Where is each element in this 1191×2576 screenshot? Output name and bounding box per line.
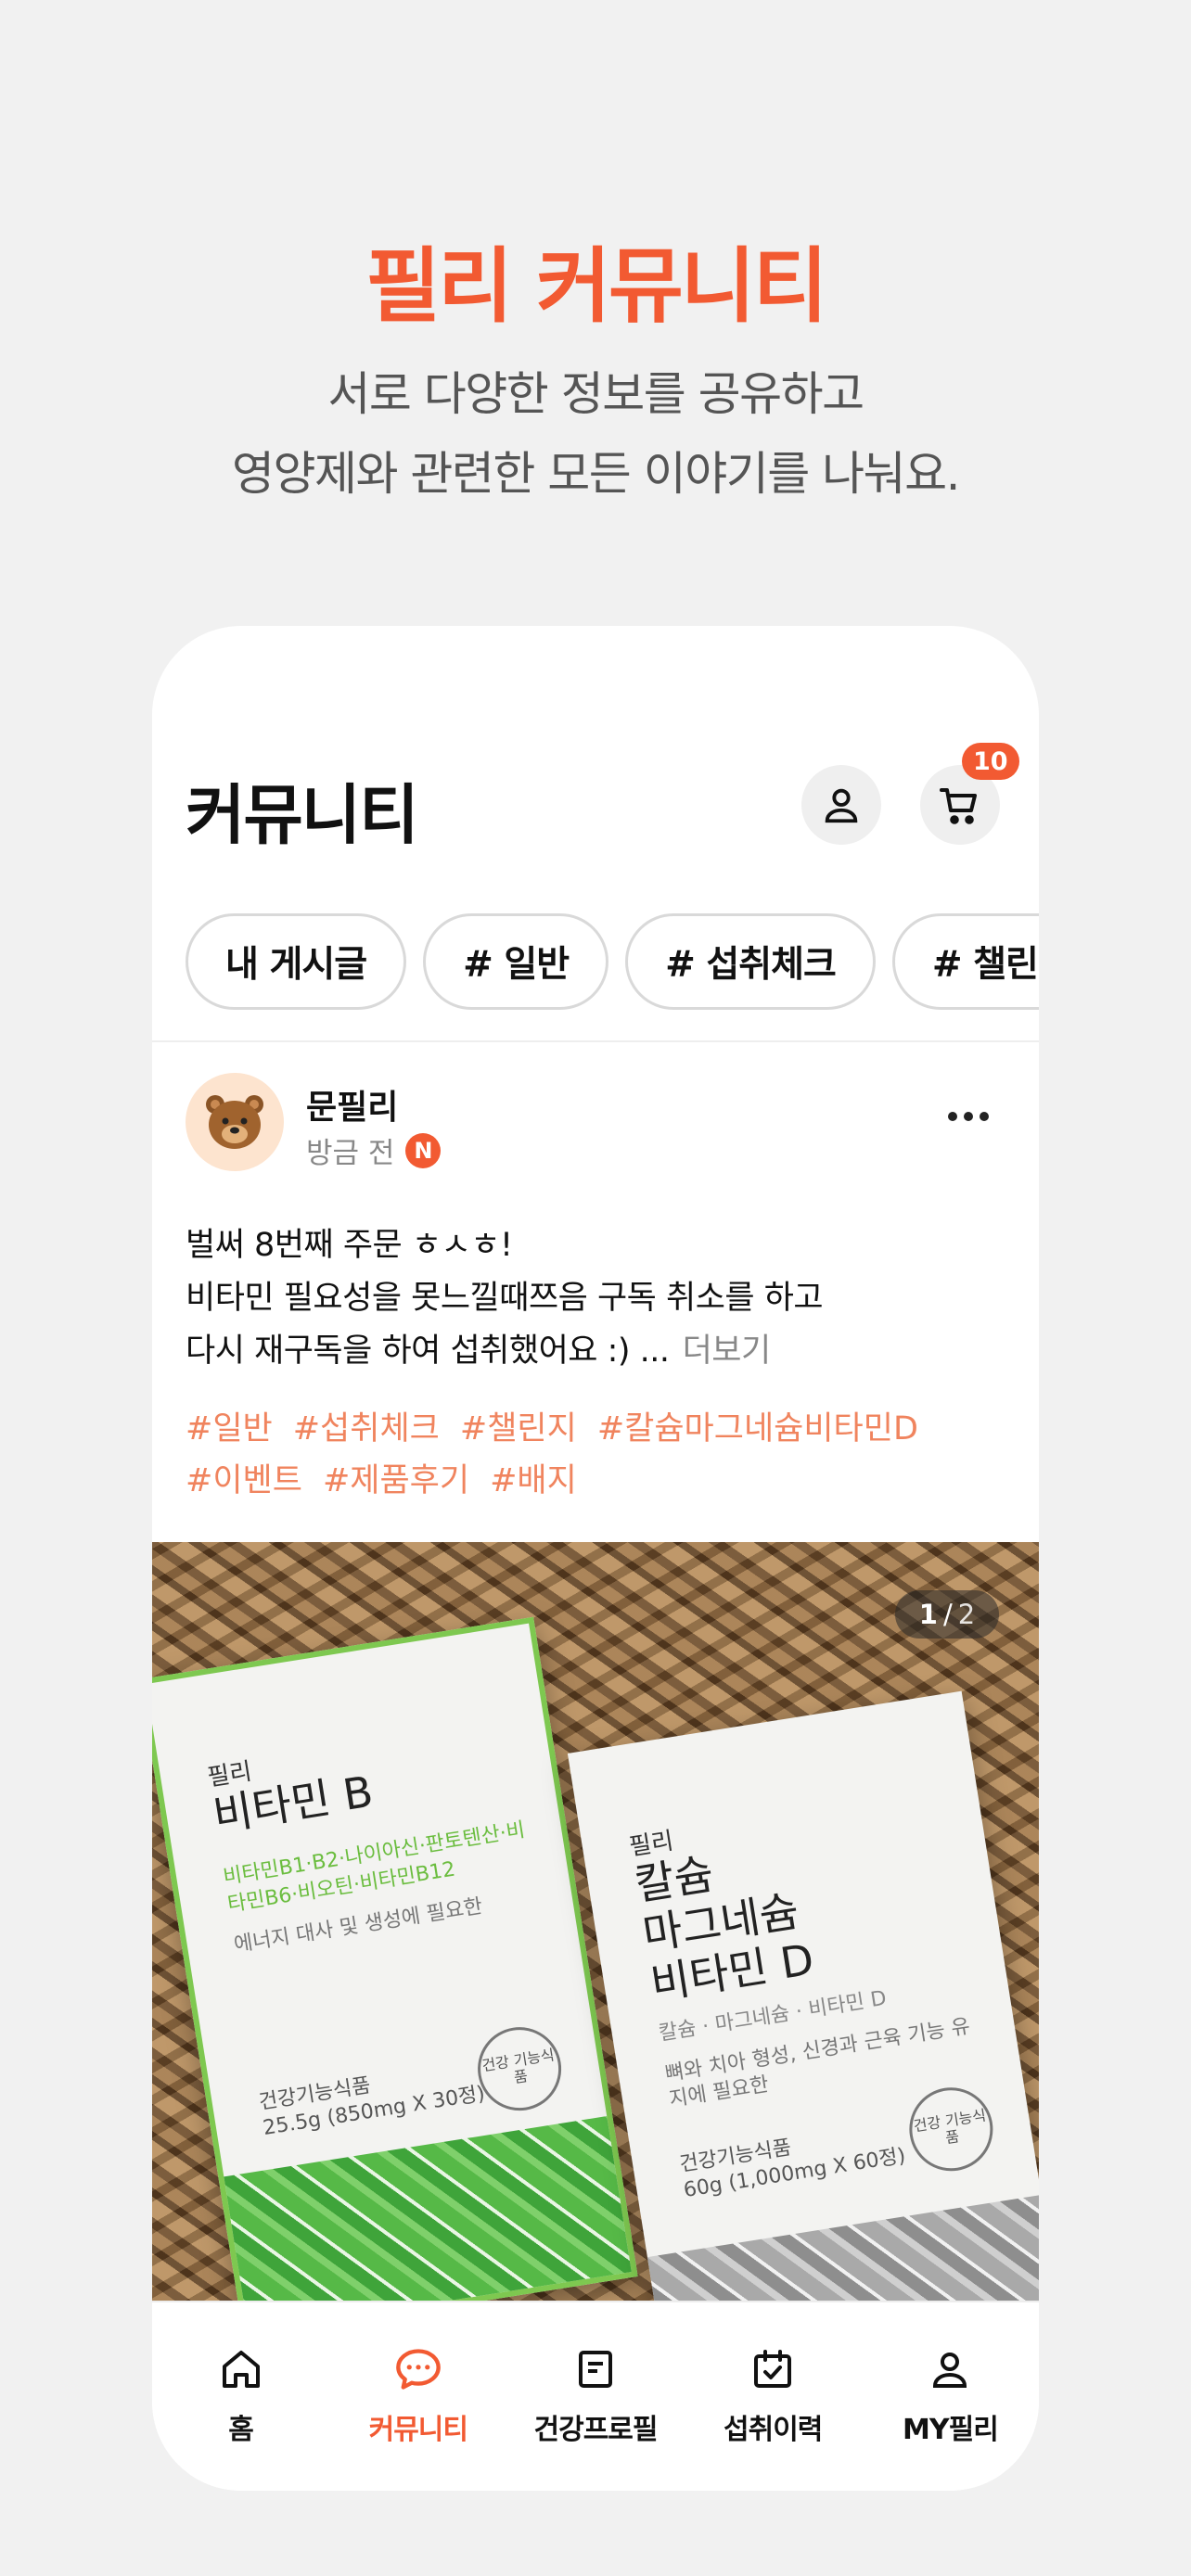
post-meta: 방금 전 N — [306, 1129, 442, 1171]
tag-challenge[interactable]: #챌린지 — [460, 1410, 577, 1447]
tag-row: #일반 #섭취체크 #챌린지 #칼슘마그네슘비타민D — [186, 1403, 1020, 1455]
tag-badge[interactable]: #배지 — [490, 1462, 577, 1499]
image-counter: 1/2 — [895, 1590, 999, 1639]
post-image[interactable]: 필리 비타민 B 비타민B1·B2·나이아신·판토텐산·비타민B6·비오틴·비타… — [152, 1542, 1039, 2301]
calendar-check-icon — [749, 2345, 797, 2393]
post-body: 벌써 8번째 주문 ㅎㅅㅎ! 비타민 필요성을 못느낄때쯔음 구독 취소를 하고… — [186, 1219, 1020, 1378]
tag-review[interactable]: #제품후기 — [323, 1462, 469, 1499]
cart-count-badge: 10 — [962, 743, 1019, 780]
tab-label: MY필리 — [903, 2414, 999, 2446]
tag-calcium[interactable]: #칼슘마그네슘비타민D — [597, 1410, 918, 1447]
document-icon — [571, 2345, 620, 2393]
tab-label: 섭취이력 — [724, 2414, 823, 2446]
chip-challenge[interactable]: # 챌린지 — [891, 913, 1039, 1010]
more-dot-icon — [964, 1112, 973, 1121]
box-food-type: 건강기능식품 25.5g (850mg X 30정) — [257, 2056, 487, 2142]
person-icon — [825, 788, 858, 823]
cart-icon — [940, 788, 977, 824]
post-author[interactable]: 문필리 — [306, 1080, 398, 1129]
image-counter-total: 2 — [957, 1599, 976, 1630]
post-body-line3: 다시 재구독을 하여 섭취했어요 :) ... — [186, 1333, 670, 1370]
tag-event[interactable]: #이벤트 — [186, 1462, 302, 1499]
header-divider — [152, 1040, 1039, 1042]
image-counter-current: 1 — [918, 1599, 938, 1630]
bear-avatar-icon — [206, 1095, 263, 1149]
person-icon — [926, 2345, 974, 2393]
more-dot-icon — [948, 1112, 957, 1121]
tag-general[interactable]: #일반 — [186, 1410, 273, 1447]
see-more-link[interactable]: 더보기 — [683, 1333, 772, 1370]
more-options-button[interactable] — [948, 1112, 989, 1121]
tab-my-pilly[interactable]: MY필리 — [862, 2302, 1039, 2491]
bottom-tab-bar: 홈 커뮤니티 건강프로필 섭취이력 MY필리 — [152, 2301, 1039, 2491]
chip-intake-check[interactable]: # 섭취체크 — [625, 913, 876, 1010]
tab-intake-history[interactable]: 섭취이력 — [685, 2302, 862, 2491]
promo-subtitle-line1: 서로 다양한 정보를 공유하고 — [327, 367, 864, 421]
box-seal: 건강 기능식품 — [903, 2081, 999, 2177]
promo-subtitle: 서로 다양한 정보를 공유하고 영양제와 관련한 모든 이야기를 나눠요. — [0, 354, 1191, 514]
box-name: 칼슘 마그네슘 비타민 D — [632, 1835, 817, 2009]
tab-health-profile[interactable]: 건강프로필 — [506, 2302, 684, 2491]
profile-button[interactable] — [801, 765, 881, 845]
avatar[interactable] — [186, 1073, 284, 1171]
home-icon — [217, 2345, 265, 2393]
box-pattern — [647, 2194, 1039, 2301]
page-title: 커뮤니티 — [186, 777, 419, 853]
promo-title: 필리 커뮤니티 — [365, 238, 827, 334]
new-badge: N — [405, 1132, 442, 1168]
post-time: 방금 전 — [306, 1137, 395, 1170]
tag-row: #이벤트 #제품후기 #배지 — [186, 1455, 1020, 1507]
category-chips: 내 게시글 # 일반 # 섭취체크 # 챌린지 — [186, 913, 1039, 1010]
post-body-line: 다시 재구독을 하여 섭취했어요 :) ... 더보기 — [186, 1325, 1020, 1378]
post-tags: #일반 #섭취체크 #챌린지 #칼슘마그네슘비타민D #이벤트 #제품후기 #배지 — [186, 1403, 1020, 1507]
box-food-type: 건강기능식품 60g (1,000mg X 60정) — [678, 2118, 908, 2204]
box-pattern — [224, 2116, 632, 2301]
post-body-line: 벌써 8번째 주문 ㅎㅅㅎ! — [186, 1227, 513, 1264]
more-dot-icon — [980, 1112, 989, 1121]
promo-subtitle-line2: 영양제와 관련한 모든 이야기를 나눠요. — [232, 447, 960, 501]
tag-intake-check[interactable]: #섭취체크 — [293, 1410, 440, 1447]
post-body-line: 비타민 필요성을 못느낄때쯔음 구독 취소를 하고 — [186, 1280, 824, 1317]
chat-bubble-icon — [394, 2345, 442, 2393]
tab-label: 커뮤니티 — [368, 2414, 468, 2446]
chip-my-posts[interactable]: 내 게시글 — [186, 913, 407, 1010]
tab-label: 건강프로필 — [533, 2414, 659, 2446]
image-counter-sep: / — [942, 1599, 953, 1630]
tab-home[interactable]: 홈 — [152, 2302, 329, 2491]
tab-community[interactable]: 커뮤니티 — [329, 2302, 506, 2491]
tab-label: 홈 — [228, 2414, 254, 2446]
chip-general[interactable]: # 일반 — [423, 913, 609, 1010]
phone-frame: 커뮤니티 10 내 게시글 # 일반 # 섭취체크 # 챌린지 — [152, 626, 1039, 2491]
